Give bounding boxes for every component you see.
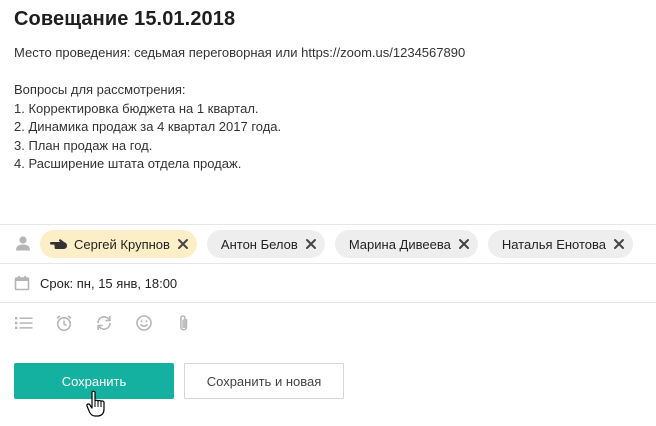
participant-name: Сергей Крупнов: [74, 236, 170, 252]
divider: [0, 224, 656, 225]
smiley-icon[interactable]: [134, 313, 154, 333]
deadline-field[interactable]: Срок: пн, 15 янв, 18:00: [40, 276, 177, 291]
participant-chip[interactable]: Марина Дивеева: [334, 230, 478, 258]
paperclip-icon[interactable]: [174, 313, 194, 333]
participant-name: Марина Дивеева: [348, 236, 451, 252]
save-and-new-button[interactable]: Сохранить и новая: [184, 363, 344, 399]
hand-cursor-icon: [86, 390, 106, 423]
description-line: [14, 63, 634, 82]
checklist-icon[interactable]: [14, 313, 34, 333]
description-line: 1. Корректировка бюджета на 1 квартал.: [14, 100, 259, 116]
divider: [0, 263, 656, 264]
participants-list: Сергей Крупнов Антон Белов Марина Дивеев…: [40, 229, 634, 259]
alarm-icon[interactable]: [54, 313, 74, 333]
repeat-icon[interactable]: [94, 313, 114, 333]
remove-participant-icon[interactable]: [613, 238, 625, 250]
participant-chip[interactable]: Антон Белов: [206, 230, 325, 258]
pointing-hand-icon: [50, 238, 68, 250]
remove-participant-icon[interactable]: [458, 238, 470, 250]
description-line: 2. Динамика продаж за 4 квартал 2017 год…: [14, 119, 282, 134]
task-title[interactable]: Совещание 15.01.2018: [14, 8, 235, 31]
participant-chip-owner[interactable]: Сергей Крупнов: [40, 230, 197, 258]
divider: [0, 302, 656, 303]
description-line: Вопросы для рассмотрения:: [14, 82, 186, 97]
task-tools: [14, 313, 194, 333]
description-line: 3. План продаж на год.: [14, 137, 153, 153]
remove-participant-icon[interactable]: [177, 238, 189, 250]
participant-chip[interactable]: Наталья Енотова: [487, 230, 634, 258]
description-line: Место проведения: седьмая переговорная и…: [14, 45, 466, 60]
description-line: 4. Расширение штата отдела продаж.: [14, 156, 242, 171]
participant-name: Антон Белов: [220, 236, 298, 252]
calendar-icon: [13, 274, 31, 292]
task-description[interactable]: Место проведения: седьмая переговорная и…: [14, 44, 634, 174]
person-icon: [14, 234, 32, 252]
participant-name: Наталья Енотова: [501, 236, 607, 252]
remove-participant-icon[interactable]: [305, 238, 317, 250]
